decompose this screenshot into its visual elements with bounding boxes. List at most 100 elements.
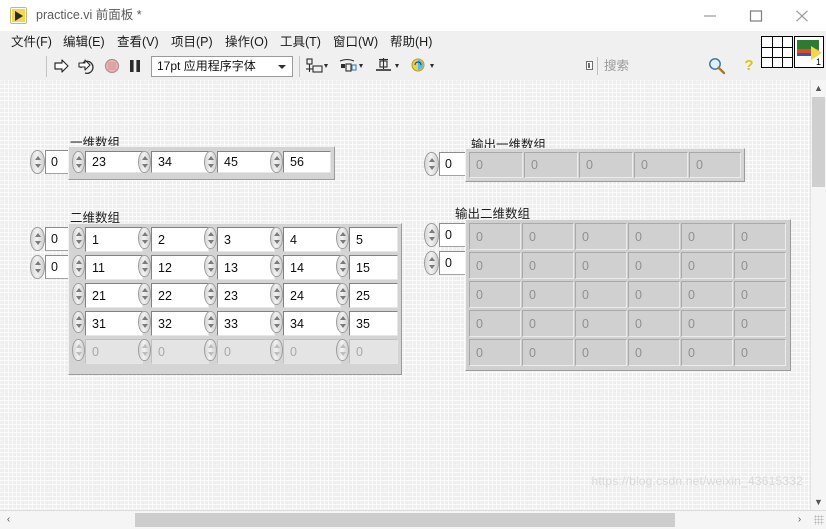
search-input[interactable]: 搜索 <box>604 57 629 76</box>
menu-edit[interactable]: 编辑(E) <box>58 31 110 53</box>
input-2d-cell-spinner[interactable] <box>72 339 85 361</box>
front-panel-canvas[interactable]: 一维数组 0 23 34 45 56 输出一维数组 0 0 0 0 0 0 二维… <box>0 80 811 510</box>
input-2d-cell[interactable]: 13 <box>217 255 275 280</box>
input-2d-cell-spinner[interactable] <box>204 339 217 361</box>
menu-window[interactable]: 窗口(W) <box>328 31 383 53</box>
scroll-left-icon[interactable]: ‹ <box>0 511 17 529</box>
vertical-scrollbar[interactable]: ▲ ▼ <box>810 80 826 510</box>
window-title: practice.vi 前面板 * <box>36 8 142 22</box>
input-2d-cell-spinner[interactable] <box>270 311 283 333</box>
input-1d-index-spinner[interactable] <box>30 150 45 174</box>
scroll-down-icon[interactable]: ▼ <box>811 494 826 510</box>
input-2d-cell-spinner[interactable] <box>204 255 217 277</box>
input-2d-cell[interactable]: 4 <box>283 227 341 252</box>
resize-grip-icon[interactable] <box>814 515 824 525</box>
input-2d-cell-spinner[interactable] <box>336 283 349 305</box>
input-2d-cell-spinner[interactable] <box>204 227 217 249</box>
input-2d-cell-spinner[interactable] <box>138 255 151 277</box>
menu-file[interactable]: 文件(F) <box>6 31 57 53</box>
input-2d-cell[interactable]: 21 <box>85 283 143 308</box>
menu-view[interactable]: 查看(V) <box>112 31 164 53</box>
distribute-objects-icon[interactable] <box>338 56 368 77</box>
input-2d-cell[interactable]: 2 <box>151 227 209 252</box>
input-2d-col-index-spinner[interactable] <box>30 255 45 279</box>
magnifier-icon[interactable] <box>706 56 730 77</box>
input-2d-cell[interactable]: 24 <box>283 283 341 308</box>
input-1d-cell-spinner[interactable] <box>138 151 151 173</box>
input-2d-row-index-spinner[interactable] <box>30 227 45 251</box>
output-2d-row-index-spinner[interactable] <box>424 223 439 247</box>
scroll-up-icon[interactable]: ▲ <box>811 80 826 96</box>
pause-icon[interactable] <box>127 56 145 77</box>
input-1d-cell[interactable]: 23 <box>85 151 143 173</box>
run-continuously-icon[interactable] <box>77 56 99 77</box>
input-2d-cell-spinner[interactable] <box>138 339 151 361</box>
align-objects-icon[interactable] <box>304 56 332 77</box>
input-2d-cell-spinner[interactable] <box>336 339 349 361</box>
input-2d-cell-spinner[interactable] <box>72 283 85 305</box>
connector-pane-icon[interactable] <box>761 36 793 68</box>
input-1d-cell[interactable]: 45 <box>217 151 275 173</box>
input-1d-cell[interactable]: 34 <box>151 151 209 173</box>
input-2d-cell-spinner[interactable] <box>204 283 217 305</box>
input-1d-cell[interactable]: 56 <box>283 151 331 173</box>
menu-operate[interactable]: 操作(O) <box>220 31 273 53</box>
menu-tools[interactable]: 工具(T) <box>275 31 326 53</box>
input-2d-cell-spinner[interactable] <box>270 255 283 277</box>
input-2d-cell-spinner[interactable] <box>336 227 349 249</box>
input-2d-cell[interactable]: 34 <box>283 311 341 336</box>
horizontal-scrollbar-thumb[interactable] <box>135 513 675 527</box>
font-selector[interactable]: 17pt 应用程序字体 <box>151 56 293 77</box>
vertical-scrollbar-thumb[interactable] <box>812 97 825 187</box>
close-button[interactable] <box>780 0 826 31</box>
input-2d-cell-spinner[interactable] <box>204 311 217 333</box>
input-2d-cell-spinner[interactable] <box>138 227 151 249</box>
input-2d-cell[interactable]: 23 <box>217 283 275 308</box>
input-2d-cell[interactable]: 35 <box>349 311 398 336</box>
menu-help[interactable]: 帮助(H) <box>385 31 437 53</box>
input-2d-cell[interactable]: 0 <box>349 339 398 364</box>
input-2d-cell[interactable]: 12 <box>151 255 209 280</box>
input-2d-cell-spinner[interactable] <box>270 227 283 249</box>
input-1d-cell-spinner[interactable] <box>204 151 217 173</box>
input-2d-cell[interactable]: 0 <box>217 339 275 364</box>
input-2d-cell-spinner[interactable] <box>270 339 283 361</box>
menu-project[interactable]: 项目(P) <box>166 31 218 53</box>
input-2d-cell-spinner[interactable] <box>336 311 349 333</box>
minimize-button[interactable] <box>688 0 734 31</box>
input-2d-cell[interactable]: 3 <box>217 227 275 252</box>
input-2d-cell[interactable]: 0 <box>151 339 209 364</box>
input-2d-cell-spinner[interactable] <box>72 255 85 277</box>
input-2d-cell-spinner[interactable] <box>138 311 151 333</box>
input-2d-cell[interactable]: 5 <box>349 227 398 252</box>
input-2d-cell[interactable]: 31 <box>85 311 143 336</box>
input-2d-cell-spinner[interactable] <box>336 255 349 277</box>
resize-objects-icon[interactable] <box>374 56 404 77</box>
input-2d-cell[interactable]: 1 <box>85 227 143 252</box>
maximize-button[interactable] <box>734 0 780 31</box>
input-2d-cell[interactable]: 32 <box>151 311 209 336</box>
input-2d-cell-spinner[interactable] <box>72 311 85 333</box>
input-2d-cell[interactable]: 14 <box>283 255 341 280</box>
input-2d-cell-spinner[interactable] <box>270 283 283 305</box>
input-2d-cell[interactable]: 15 <box>349 255 398 280</box>
input-2d-cell-spinner[interactable] <box>72 227 85 249</box>
run-arrow-icon[interactable] <box>52 56 74 77</box>
context-help-icon[interactable]: ? <box>741 57 757 75</box>
input-1d-cell-spinner[interactable] <box>72 151 85 173</box>
input-1d-cell-spinner[interactable] <box>270 151 283 173</box>
input-2d-cell[interactable]: 0 <box>85 339 143 364</box>
scroll-right-icon[interactable]: › <box>791 511 808 529</box>
input-2d-cell[interactable]: 33 <box>217 311 275 336</box>
input-2d-cell[interactable]: 0 <box>283 339 341 364</box>
horizontal-scrollbar[interactable]: ‹ › <box>0 510 826 529</box>
output-1d-index-spinner[interactable] <box>424 152 439 176</box>
reorder-objects-icon[interactable] <box>410 56 440 77</box>
output-2d-col-index-spinner[interactable] <box>424 251 439 275</box>
input-2d-cell[interactable]: 25 <box>349 283 398 308</box>
vi-icon[interactable]: 1 <box>794 36 824 68</box>
input-2d-cell[interactable]: 22 <box>151 283 209 308</box>
input-2d-cell-spinner[interactable] <box>138 283 151 305</box>
input-2d-cell[interactable]: 11 <box>85 255 143 280</box>
abort-execution-icon[interactable] <box>102 56 124 77</box>
